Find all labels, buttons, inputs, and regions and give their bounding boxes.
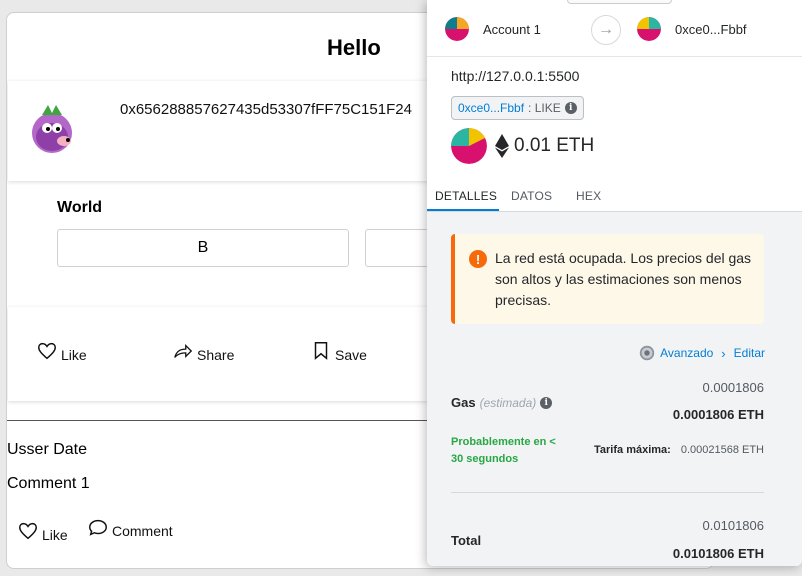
total-label: Total (451, 533, 482, 548)
comment-button[interactable]: Comment (87, 517, 173, 539)
from-account[interactable]: Account 1 (445, 17, 541, 41)
max-fee-label: Tarifa máxima: (594, 444, 671, 456)
option-button-b[interactable]: B (57, 229, 349, 267)
gear-icon (639, 345, 655, 361)
share-icon (174, 343, 193, 359)
wallet-address: 0x656288857627435d53307fFF75C151F24 (120, 101, 412, 118)
avatar-icon (32, 105, 72, 153)
divider (7, 420, 437, 421)
divider (451, 492, 764, 493)
speech-bubble-icon (89, 519, 107, 536)
ethereum-icon (495, 134, 509, 158)
max-fee-value: 0.00021568 ETH (680, 444, 764, 456)
user-date: Usser Date (7, 441, 88, 458)
comment-like-label: Like (42, 527, 68, 543)
warning-icon: ! (469, 250, 487, 268)
share-button[interactable]: Share (172, 339, 234, 363)
tab-bar: DETALLES DATOS HEX (427, 180, 802, 212)
heart-icon (38, 342, 56, 360)
account-avatar-icon (637, 17, 661, 41)
tab-detalles[interactable]: DETALLES (435, 189, 497, 203)
to-account-name: 0xce0...Fbbf (675, 21, 747, 37)
metamask-popup: Account 1 → 0xce0...Fbbf http://127.0.0.… (427, 0, 802, 566)
share-label: Share (197, 347, 235, 363)
total-value-eth: 0.0101806 ETH (672, 546, 764, 561)
profile-card (8, 81, 468, 181)
contract-pill[interactable]: 0xce0...Fbbf : LIKE i (451, 96, 584, 120)
contract-avatar-icon (451, 128, 487, 164)
advanced-edit-row: Avanzado › Editar (638, 344, 765, 362)
tab-datos[interactable]: DATOS (511, 189, 552, 203)
account-avatar-icon (445, 17, 469, 41)
comment-text: Comment 1 (7, 475, 90, 492)
total-value: 0.0101806 (702, 518, 764, 533)
gas-value-eth: 0.0001806 ETH (672, 407, 764, 422)
transaction-amount: 0.01 ETH (514, 135, 595, 156)
bookmark-icon (314, 342, 328, 360)
like-button[interactable]: Like (36, 339, 87, 363)
save-button[interactable]: Save (310, 339, 367, 363)
gas-card: Avanzado › Editar 0.0001806 Gas (estimad… (451, 332, 765, 566)
like-label: Like (61, 347, 87, 363)
contract-address[interactable]: 0xce0...Fbbf (458, 101, 524, 115)
origin-url: http://127.0.0.1:5500 (451, 68, 580, 84)
save-label: Save (335, 347, 367, 363)
account-header: Account 1 → 0xce0...Fbbf (427, 0, 802, 57)
info-icon[interactable]: i (564, 102, 577, 114)
info-icon[interactable]: i (540, 396, 553, 409)
chevron-right-icon: › (721, 345, 726, 361)
details-panel: ! La red está ocupada. Los precios del g… (427, 212, 802, 566)
contract-method: : LIKE (528, 101, 561, 115)
gas-estimated-label: (estimada) (479, 395, 537, 410)
page-title: Hello (327, 35, 381, 60)
tab-hex[interactable]: HEX (576, 189, 601, 203)
comment-like-button[interactable]: Like (17, 519, 68, 543)
heart-icon (19, 522, 37, 540)
warning-text: La red está ocupada. Los precios del gas… (495, 250, 752, 308)
gas-likely-time: Probablemente en < 30 segundos (451, 436, 556, 465)
gas-label: Gas (451, 395, 476, 410)
advanced-link[interactable]: Avanzado (660, 346, 713, 360)
post-actions-card: Like Share Save (8, 307, 448, 401)
to-account[interactable]: 0xce0...Fbbf (637, 17, 747, 41)
network-busy-warning: ! La red está ocupada. Los precios del g… (451, 234, 764, 324)
active-tab-indicator (427, 209, 499, 211)
edit-link[interactable]: Editar (734, 346, 765, 360)
comment-label: Comment (112, 523, 173, 539)
from-account-name: Account 1 (483, 21, 541, 37)
max-fee-row: Tarifa máxima: 0.00021568 ETH (594, 444, 764, 456)
arrow-right-icon: → (591, 15, 621, 45)
gas-label-row: Gas (estimada) i (451, 395, 553, 410)
top-handle (567, 0, 672, 4)
question-title: World (57, 199, 103, 216)
gas-value: 0.0001806 (702, 380, 764, 395)
